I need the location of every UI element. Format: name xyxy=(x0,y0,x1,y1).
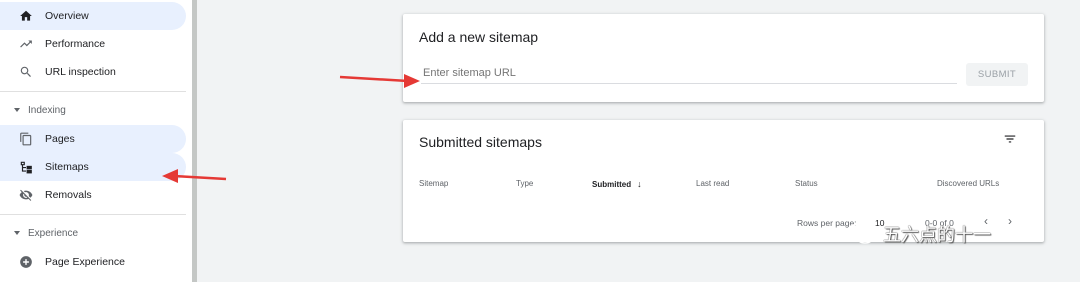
sidebar-item-url-inspection[interactable]: URL inspection xyxy=(0,58,186,86)
sidebar-divider xyxy=(0,214,186,215)
column-header-last-read[interactable]: Last read xyxy=(696,179,729,188)
column-header-type[interactable]: Type xyxy=(516,179,533,188)
watermark: 五六点的十一 xyxy=(845,222,991,246)
sidebar-item-label: Overview xyxy=(45,10,89,22)
input-underline xyxy=(421,83,957,84)
sidebar-item-sitemaps[interactable]: Sitemaps xyxy=(0,153,186,181)
add-sitemap-title: Add a new sitemap xyxy=(419,29,539,45)
chevron-right-icon[interactable]: › xyxy=(1008,214,1012,228)
caret-down-icon xyxy=(14,108,20,112)
section-indexing[interactable]: Indexing xyxy=(0,98,186,122)
add-sitemap-card: Add a new sitemap SUBMIT xyxy=(403,14,1044,102)
sidebar-divider xyxy=(0,91,186,92)
column-header-sitemap[interactable]: Sitemap xyxy=(419,179,448,188)
column-header-status[interactable]: Status xyxy=(795,179,818,188)
pages-icon xyxy=(19,132,33,146)
sidebar-item-label: Page Experience xyxy=(45,256,125,268)
submit-button[interactable]: SUBMIT xyxy=(966,63,1028,86)
trending-up-icon xyxy=(19,37,33,51)
annotation-arrow-icon xyxy=(162,169,227,183)
sidebar-item-pages[interactable]: Pages xyxy=(0,125,186,153)
annotation-arrow-icon xyxy=(339,74,420,88)
section-label: Indexing xyxy=(28,104,66,116)
column-header-submitted[interactable]: Submitted ↓ xyxy=(592,179,642,189)
sidebar-item-label: Removals xyxy=(45,189,92,201)
sidebar-item-label: Sitemaps xyxy=(45,161,89,173)
sidebar-item-overview[interactable]: Overview xyxy=(0,2,186,30)
sidebar-item-page-experience[interactable]: Page Experience xyxy=(0,248,186,276)
section-experience[interactable]: Experience xyxy=(0,221,186,245)
sidebar-scrollbar[interactable] xyxy=(192,0,197,282)
add-circle-icon xyxy=(19,255,33,269)
filter-icon[interactable] xyxy=(1003,132,1017,146)
caret-down-icon xyxy=(14,231,20,235)
sidebar-item-performance[interactable]: Performance xyxy=(0,30,186,58)
column-header-discovered-urls[interactable]: Discovered URLs xyxy=(937,179,999,188)
section-label: Experience xyxy=(28,227,79,239)
watermark-text: 五六点的十一 xyxy=(883,225,991,245)
sidebar-item-label: URL inspection xyxy=(45,66,116,78)
sitemap-icon xyxy=(19,160,33,174)
sidebar-item-label: Pages xyxy=(45,133,75,145)
home-icon xyxy=(19,9,33,23)
sitemap-url-input[interactable] xyxy=(423,67,943,79)
sidebar-item-removals[interactable]: Removals xyxy=(0,181,186,209)
sidebar: Overview Performance URL inspection Inde… xyxy=(0,0,192,282)
arrow-down-icon: ↓ xyxy=(637,179,642,189)
submitted-sitemaps-title: Submitted sitemaps xyxy=(419,134,542,150)
visibility-off-icon xyxy=(19,188,33,202)
search-icon xyxy=(19,65,33,79)
sidebar-item-label: Performance xyxy=(45,38,106,50)
wechat-logo-icon xyxy=(846,224,874,244)
column-header-label: Submitted xyxy=(592,180,632,189)
